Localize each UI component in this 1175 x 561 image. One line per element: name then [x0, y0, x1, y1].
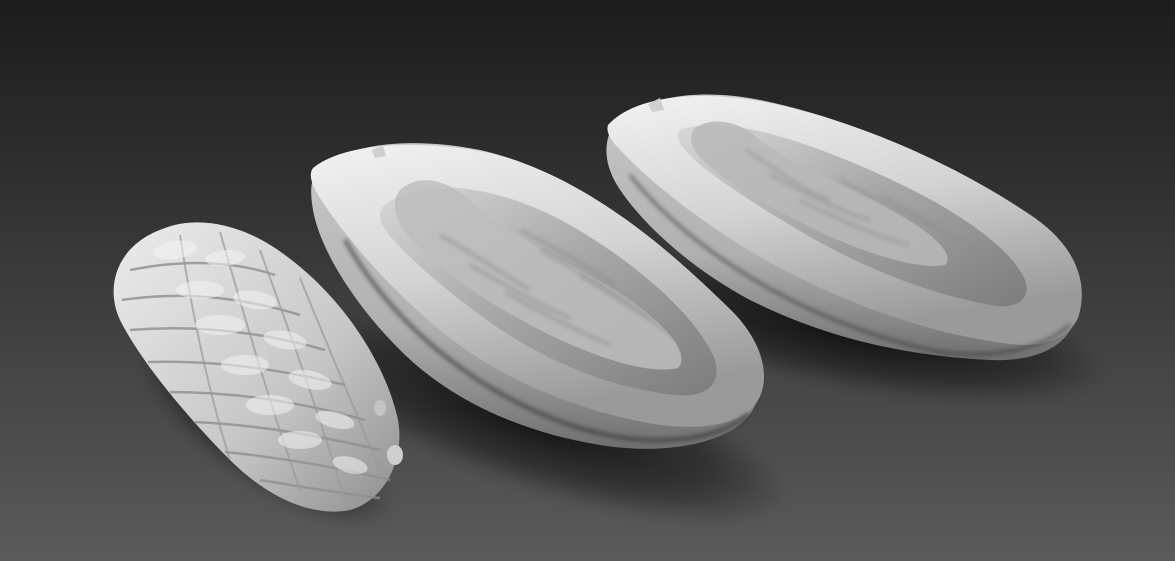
3d-viewport[interactable] — [0, 0, 1175, 561]
render-scene — [0, 0, 1175, 561]
